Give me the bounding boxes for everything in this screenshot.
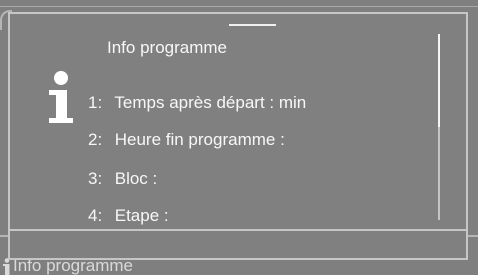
info-programme-window: Info programme 1: Temps après départ : m…: [8, 12, 468, 260]
item-number: 1:: [88, 93, 103, 112]
info-icon: [49, 71, 73, 123]
item-label: Heure fin programme :: [114, 130, 285, 149]
item-number: 2:: [88, 130, 103, 149]
scroll-thumb[interactable]: [438, 34, 440, 127]
list-item: 3: Bloc :: [88, 169, 157, 189]
list-item: 2: Heure fin programme :: [88, 130, 285, 150]
item-label: Temps après départ : min: [114, 93, 307, 112]
window-title: Info programme: [107, 38, 227, 57]
item-label: Bloc :: [114, 169, 158, 188]
top-divider: [0, 6, 478, 7]
list-item: 4: Etape :: [88, 206, 169, 226]
item-number: 3:: [88, 169, 103, 188]
info-icon: [3, 258, 10, 275]
item-label: Etape :: [114, 206, 169, 225]
list-item: 1: Temps après départ : min: [88, 93, 306, 113]
item-number: 4:: [88, 206, 103, 225]
window-top-marker: [229, 24, 276, 26]
window-bottom-divider: [10, 229, 466, 231]
